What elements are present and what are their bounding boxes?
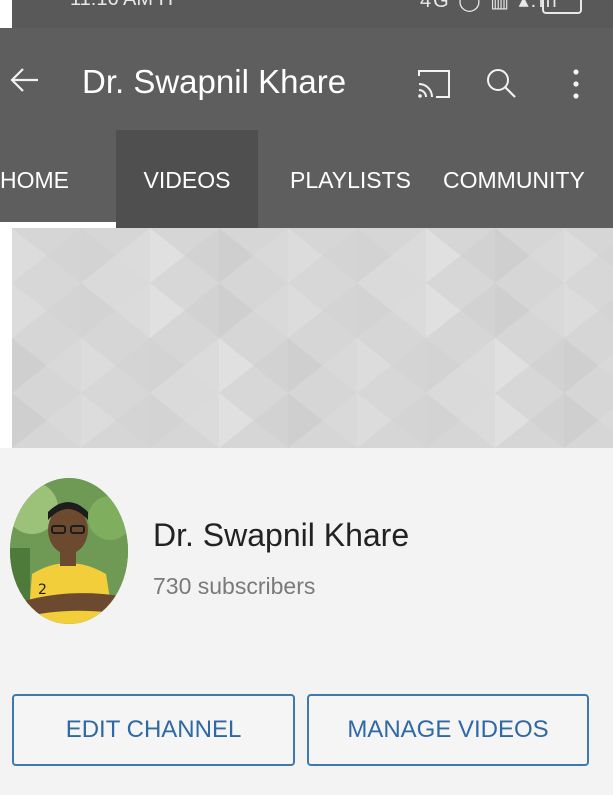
tab-community[interactable]: COMMUNITY <box>443 130 585 228</box>
status-bar: 11:16 AM H 4G ◯ ▥ ▴.ıll <box>12 0 613 28</box>
tab-videos[interactable]: VIDEOS <box>116 130 258 228</box>
status-time: 11:16 AM H <box>70 0 173 12</box>
youtube-channel-screen: 11:16 AM H 4G ◯ ▥ ▴.ıll Dr. Swapnil Khar… <box>0 0 613 795</box>
channel-name: Dr. Swapnil Khare <box>153 517 410 553</box>
back-arrow-icon[interactable] <box>8 60 42 100</box>
tab-playlists[interactable]: PLAYLISTS <box>290 130 411 228</box>
more-vert-icon[interactable] <box>568 64 584 104</box>
svg-text:2: 2 <box>38 582 47 598</box>
search-icon[interactable] <box>484 66 518 100</box>
channel-tabs: HOME VIDEOS PLAYLISTS COMMUNITY <box>0 130 613 228</box>
page-title: Dr. Swapnil Khare <box>82 63 347 100</box>
channel-info: 2 Dr. Swapnil Khare 730 subscribers EDIT… <box>0 448 613 795</box>
banner-pattern-icon <box>12 228 613 448</box>
tab-home[interactable]: HOME <box>0 130 112 228</box>
status-system-icons: 4G ◯ ▥ ▴.ıll <box>420 0 559 12</box>
channel-banner <box>12 228 613 448</box>
manage-videos-button[interactable]: MANAGE VIDEOS <box>307 694 589 766</box>
avatar[interactable]: 2 <box>10 478 128 624</box>
edit-channel-button[interactable]: EDIT CHANNEL <box>12 694 295 766</box>
subscriber-count: 730 subscribers <box>153 573 316 599</box>
app-bar: Dr. Swapnil Khare <box>0 28 613 130</box>
tab-home-label: HOME <box>0 167 69 193</box>
cast-icon[interactable] <box>416 68 452 100</box>
battery-icon <box>542 0 582 14</box>
